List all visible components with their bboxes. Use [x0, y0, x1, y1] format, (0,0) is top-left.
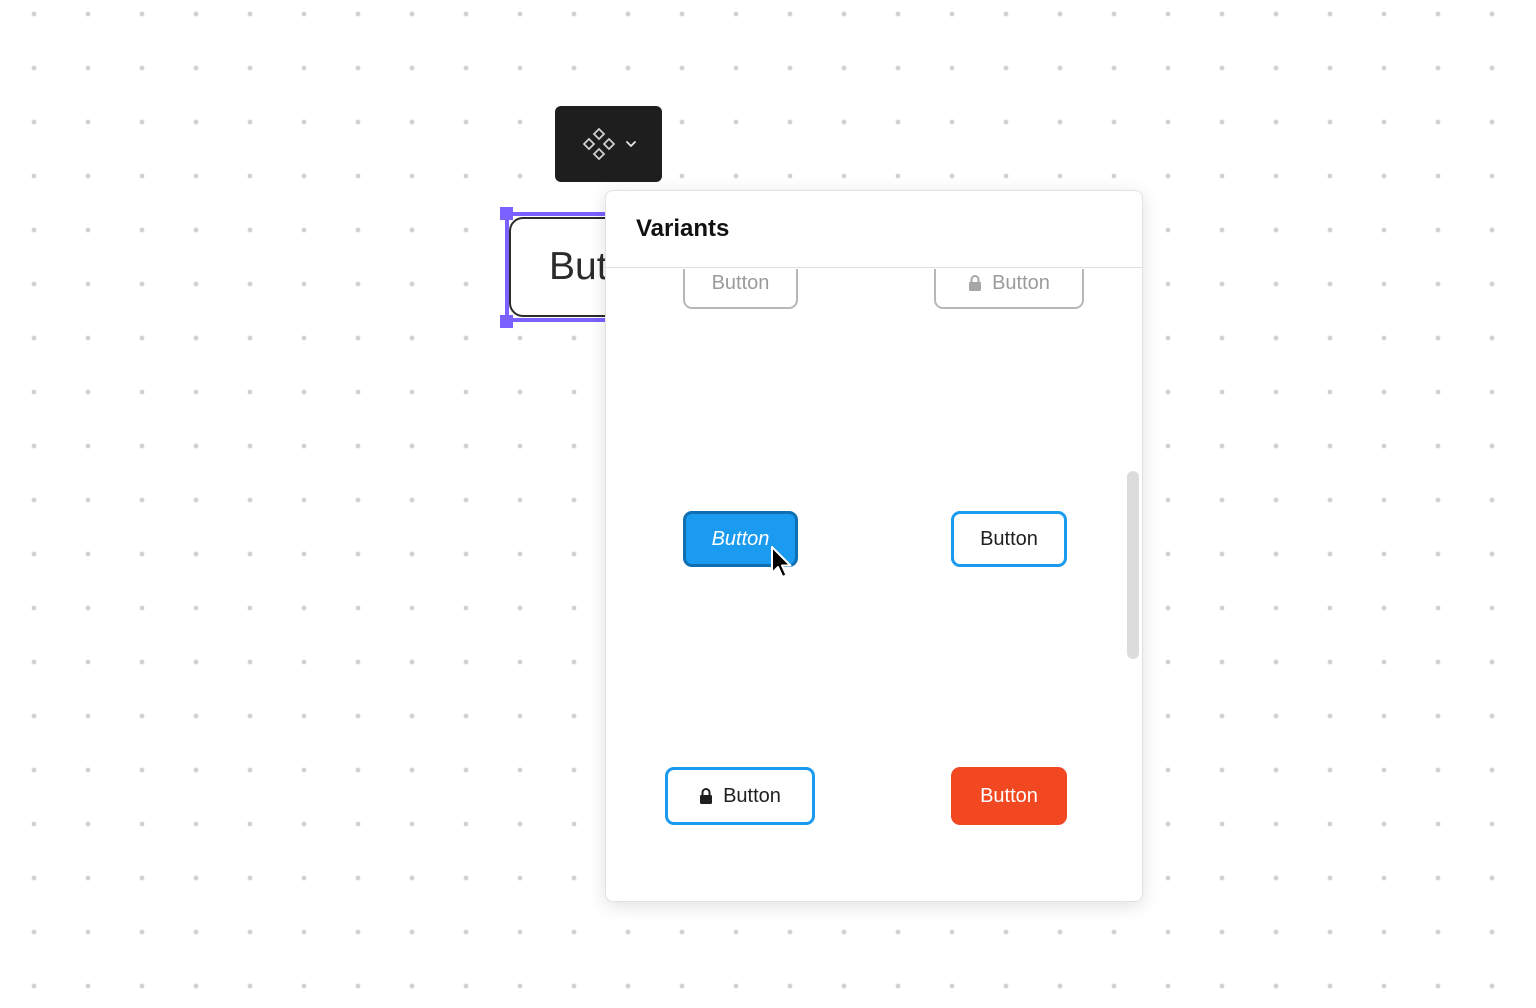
lock-icon [699, 787, 713, 805]
variant-label: Button [992, 271, 1050, 294]
variants-grid: Button Button Button Button Button Butto… [606, 269, 1142, 901]
variant-outline-button[interactable]: Button [951, 511, 1067, 567]
variant-disabled-button[interactable]: Button [683, 269, 798, 309]
selection-handle-top-left[interactable] [500, 207, 513, 220]
variant-disabled-locked-button[interactable]: Button [934, 269, 1084, 309]
selection-frame [505, 212, 615, 322]
variant-label: Button [723, 784, 781, 807]
chevron-down-icon [625, 138, 637, 150]
lock-icon [968, 274, 982, 292]
popover-title: Variants [636, 215, 730, 242]
variant-label: Button [980, 527, 1038, 550]
selection-handle-bottom-left[interactable] [500, 315, 513, 328]
popover-header: Variants [606, 191, 1142, 268]
variant-label: Button [711, 271, 770, 294]
variant-danger-button[interactable]: Button [951, 767, 1067, 825]
variants-popover: Variants Button Button Button Button But… [605, 190, 1143, 902]
variant-outline-locked-button[interactable]: Button [665, 767, 815, 825]
component-variant-toolbar-button[interactable] [555, 106, 662, 182]
variant-label: Button [711, 527, 770, 550]
variant-label: Button [980, 784, 1038, 807]
component-icon [581, 126, 617, 162]
scrollbar-track[interactable] [1127, 269, 1139, 895]
scrollbar-thumb[interactable] [1127, 471, 1139, 659]
variant-primary-button[interactable]: Button [683, 511, 798, 567]
